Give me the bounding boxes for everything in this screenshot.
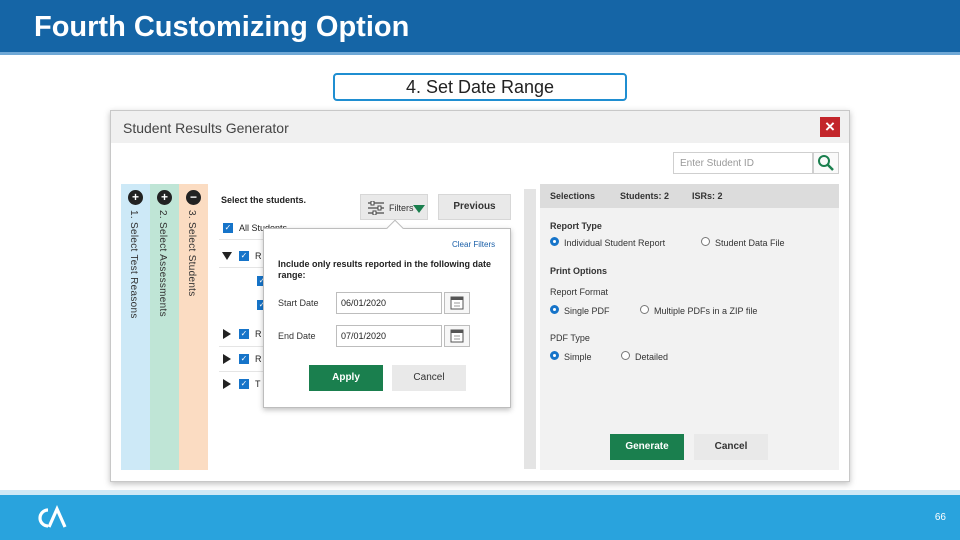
page-number: 66 — [934, 512, 946, 523]
radio-student-data-file[interactable] — [701, 237, 710, 246]
checkbox-row[interactable]: ✓ — [239, 251, 249, 261]
row-label: R — [255, 354, 262, 364]
tab-selections[interactable]: Selections — [550, 191, 595, 201]
step-select-assessments[interactable]: + 2. Select Assessments — [150, 184, 179, 470]
selections-tabs: Selections Students: 2 ISRs: 2 — [540, 184, 839, 208]
date-filter-popover: Clear Filters Include only results repor… — [263, 219, 511, 408]
calendar-icon — [450, 296, 464, 310]
print-options-label: Print Options — [550, 266, 607, 276]
radio-individual-student-report[interactable] — [550, 237, 559, 246]
row-label: T — [255, 379, 261, 389]
footer-bar — [0, 490, 960, 540]
expand-row-icon[interactable] — [223, 379, 231, 389]
option-label: Multiple PDFs in a ZIP file — [654, 306, 758, 316]
popover-arrow — [386, 219, 404, 237]
close-icon[interactable]: × — [820, 117, 840, 137]
option-label: Simple — [564, 352, 592, 362]
step-select-test-reasons[interactable]: + 1. Select Test Reasons — [121, 184, 150, 470]
calendar-icon — [450, 329, 464, 343]
pdf-type-label: PDF Type — [550, 333, 590, 343]
checkbox-row[interactable]: ✓ — [239, 354, 249, 364]
option-label: Detailed — [635, 352, 669, 362]
cancel-button[interactable]: Cancel — [694, 434, 768, 460]
expand-row-icon[interactable] — [222, 252, 232, 260]
radio-multiple-pdfs[interactable] — [640, 305, 649, 314]
dialog-title: Student Results Generator — [123, 120, 289, 136]
filters-label: Filters — [389, 203, 414, 213]
collapse-icon[interactable]: − — [186, 190, 201, 205]
expand-row-icon[interactable] — [223, 329, 231, 339]
radio-detailed[interactable] — [621, 351, 630, 360]
step-label: 1. Select Test Reasons — [128, 210, 139, 319]
start-date-calendar-button[interactable] — [444, 292, 470, 314]
date-range-message: Include only results reported in the fol… — [278, 259, 492, 280]
student-results-generator-dialog: Student Results Generator × Enter Studen… — [110, 110, 850, 482]
radio-single-pdf[interactable] — [550, 305, 559, 314]
option-label: Single PDF — [564, 306, 610, 316]
end-date-input[interactable]: 07/01/2020 — [336, 325, 442, 347]
tab-isrs[interactable]: ISRs: 2 — [692, 191, 723, 201]
report-format-label: Report Format — [550, 287, 609, 297]
selections-panel: Selections Students: 2 ISRs: 2 Report Ty… — [540, 184, 839, 470]
search-icon — [818, 155, 834, 171]
caret-down-icon — [413, 205, 425, 213]
clear-filters-link[interactable]: Clear Filters — [452, 240, 495, 249]
tab-students[interactable]: Students: 2 — [620, 191, 669, 201]
ca-logo-icon — [38, 505, 67, 528]
expand-row-icon[interactable] — [223, 354, 231, 364]
slide: Fourth Customizing Option 4. Set Date Ra… — [0, 0, 960, 540]
row-label: R — [255, 329, 262, 339]
title-bar-rule — [0, 52, 960, 55]
option-label: Individual Student Report — [564, 238, 666, 248]
callout-box: 4. Set Date Range — [333, 73, 627, 101]
generate-button[interactable]: Generate — [610, 434, 684, 460]
end-date-label: End Date — [278, 331, 316, 341]
start-date-label: Start Date — [278, 298, 319, 308]
start-date-input[interactable]: 06/01/2020 — [336, 292, 442, 314]
checkbox-row[interactable]: ✓ — [239, 329, 249, 339]
student-id-input[interactable]: Enter Student ID — [673, 152, 813, 174]
scrollbar[interactable] — [524, 189, 536, 469]
slide-title: Fourth Customizing Option — [34, 11, 410, 43]
row-label: R — [255, 251, 262, 261]
step-label: 2. Select Assessments — [157, 210, 168, 317]
previous-button[interactable]: Previous — [438, 194, 511, 220]
radio-simple[interactable] — [550, 351, 559, 360]
step-select-students[interactable]: − 3. Select Students — [179, 184, 208, 470]
checkbox-row[interactable]: ✓ — [239, 379, 249, 389]
dialog-header: Student Results Generator × — [111, 111, 849, 143]
expand-icon[interactable]: + — [128, 190, 143, 205]
footer-rule — [0, 490, 960, 495]
select-students-heading: Select the students. — [221, 195, 307, 205]
filters-button[interactable]: Filters — [360, 194, 428, 220]
checkbox-all-students[interactable]: ✓ — [223, 223, 233, 233]
expand-icon[interactable]: + — [157, 190, 172, 205]
sliders-icon — [368, 201, 384, 215]
apply-button[interactable]: Apply — [309, 365, 383, 391]
option-label: Student Data File — [715, 238, 785, 248]
cancel-button[interactable]: Cancel — [392, 365, 466, 391]
step-label: 3. Select Students — [186, 210, 197, 297]
end-date-calendar-button[interactable] — [444, 325, 470, 347]
search-button[interactable] — [813, 152, 839, 174]
report-type-label: Report Type — [550, 221, 602, 231]
